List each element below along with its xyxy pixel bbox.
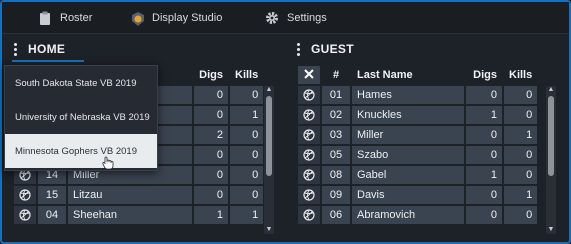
digs-cell[interactable]: 0 xyxy=(466,206,502,224)
digs-cell[interactable]: 1 xyxy=(466,166,502,184)
digs-cell[interactable]: 0 xyxy=(194,106,228,124)
digs-cell[interactable]: 0 xyxy=(194,166,228,184)
volleyball-icon[interactable] xyxy=(14,186,36,204)
kills-cell[interactable]: 0 xyxy=(230,86,264,104)
scroll-down-arrow-icon[interactable]: ▼ xyxy=(264,226,274,234)
volleyball-icon[interactable] xyxy=(298,106,320,124)
tab-settings-label: Settings xyxy=(287,11,327,24)
guest-roster-table: # Last Name Digs Kills 01 Hames 0 0 02 K… xyxy=(296,64,539,226)
kills-cell[interactable]: 0 xyxy=(230,166,264,184)
home-title-underline xyxy=(12,60,84,62)
tab-display-studio[interactable]: Display Studio xyxy=(130,2,222,33)
guest-col-number: # xyxy=(332,69,340,81)
table-row[interactable]: 06 Abramovich 0 0 xyxy=(298,206,538,224)
kills-cell[interactable]: 0 xyxy=(504,146,538,164)
shield-badge-icon xyxy=(130,11,144,26)
digs-cell[interactable]: 0 xyxy=(466,146,502,164)
kills-cell[interactable]: 1 xyxy=(230,106,264,124)
tab-roster-label: Roster xyxy=(60,11,93,24)
guest-title: GUEST xyxy=(311,42,354,56)
kills-cell[interactable]: 0 xyxy=(230,146,264,164)
volleyball-icon[interactable] xyxy=(298,126,320,144)
scroll-up-arrow-icon[interactable]: ▲ xyxy=(264,86,274,94)
guest-menu-icon[interactable] xyxy=(297,42,301,56)
scroll-up-arrow-icon[interactable]: ▲ xyxy=(546,86,556,94)
kills-cell[interactable]: 0 xyxy=(504,106,538,124)
volleyball-icon[interactable] xyxy=(298,166,320,184)
dropdown-option-selected[interactable]: Minnesota Gophers VB 2019 xyxy=(5,134,157,168)
volleyball-icon[interactable] xyxy=(298,86,320,104)
digs-cell[interactable]: 0 xyxy=(466,186,502,204)
guest-col-kills: Kills xyxy=(509,69,533,81)
digs-cell[interactable]: 1 xyxy=(194,206,228,224)
home-scrollbar[interactable]: ▲ ▼ xyxy=(264,86,274,234)
digs-cell[interactable]: 0 xyxy=(194,186,228,204)
guest-header: GUEST xyxy=(297,38,354,60)
home-title: HOME xyxy=(28,42,66,56)
volleyball-icon[interactable] xyxy=(298,206,320,224)
kills-cell[interactable]: 1 xyxy=(504,186,538,204)
table-row[interactable]: 03 Miller 0 1 xyxy=(298,126,538,144)
digs-cell[interactable]: 2 xyxy=(194,126,228,144)
tab-settings[interactable]: Settings xyxy=(265,2,327,33)
volleyball-icon[interactable] xyxy=(298,186,320,204)
volleyball-icon[interactable] xyxy=(298,146,320,164)
kills-cell[interactable]: 1 xyxy=(230,206,264,224)
table-row[interactable]: 05 Szabo 0 0 xyxy=(298,146,538,164)
kills-cell[interactable]: 0 xyxy=(504,166,538,184)
digs-cell[interactable]: 0 xyxy=(466,86,502,104)
guest-table-header: # Last Name Digs Kills xyxy=(298,66,537,84)
kills-cell[interactable]: 1 xyxy=(504,126,538,144)
digs-cell[interactable]: 0 xyxy=(194,86,228,104)
table-row[interactable]: 01 Hames 0 0 xyxy=(298,86,538,104)
kills-cell[interactable]: 0 xyxy=(504,86,538,104)
team-select-dropdown[interactable]: South Dakota State VB 2019 University of… xyxy=(4,65,158,171)
dropdown-option[interactable]: University of Nebraska VB 2019 xyxy=(5,100,157,134)
gear-icon xyxy=(265,11,279,25)
kills-cell[interactable]: 0 xyxy=(504,206,538,224)
top-nav: Roster Display Studio Settings xyxy=(2,2,569,34)
guest-col-name: Last Name xyxy=(357,69,413,81)
guest-scrollbar[interactable]: ▲ ▼ xyxy=(546,86,556,234)
kills-cell[interactable]: 0 xyxy=(230,126,264,144)
clipboard-icon xyxy=(38,11,52,25)
home-col-digs: Digs xyxy=(199,69,223,81)
table-row[interactable]: 15 Litzau 0 0 xyxy=(14,186,264,204)
digs-cell[interactable]: 1 xyxy=(466,106,502,124)
guest-scroll-thumb[interactable] xyxy=(548,96,554,176)
hand-cursor-icon xyxy=(102,156,114,170)
tab-display-studio-label: Display Studio xyxy=(152,11,223,24)
table-row[interactable]: 09 Davis 0 1 xyxy=(298,186,538,204)
kills-cell[interactable]: 0 xyxy=(230,186,264,204)
volleyball-icon[interactable] xyxy=(14,206,36,224)
dropdown-option[interactable]: South Dakota State VB 2019 xyxy=(5,66,157,100)
digs-cell[interactable]: 0 xyxy=(466,126,502,144)
table-row[interactable]: 02 Knuckles 1 0 xyxy=(298,106,538,124)
home-header: HOME xyxy=(14,38,65,60)
scroll-down-arrow-icon[interactable]: ▼ xyxy=(546,226,556,234)
table-row[interactable]: 04 Sheehan 1 1 xyxy=(14,206,264,224)
table-row[interactable]: 08 Gabel 1 0 xyxy=(298,166,538,184)
tab-roster[interactable]: Roster xyxy=(38,2,92,33)
digs-cell[interactable]: 0 xyxy=(194,146,228,164)
close-icon xyxy=(304,68,314,79)
home-menu-icon[interactable] xyxy=(14,42,18,56)
guest-col-digs: Digs xyxy=(473,69,497,81)
home-col-kills: Kills xyxy=(235,69,259,81)
clear-button[interactable] xyxy=(298,66,320,84)
home-scroll-thumb[interactable] xyxy=(266,96,272,176)
